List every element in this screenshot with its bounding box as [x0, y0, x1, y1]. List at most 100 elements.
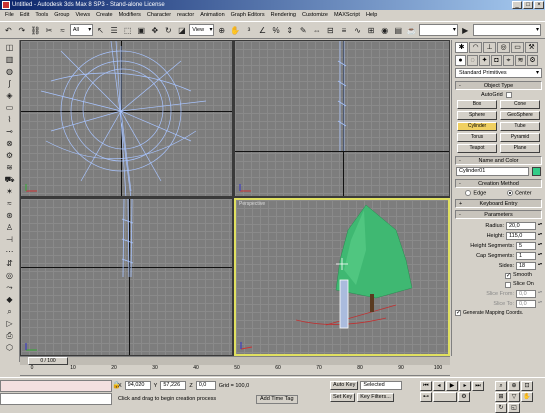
sides-spinner[interactable]: ▴▾	[538, 261, 542, 270]
autogrid-checkbox[interactable]	[505, 92, 512, 98]
height-segments-field[interactable]: 5	[516, 241, 536, 250]
menu-character[interactable]: Character	[144, 10, 174, 21]
constraint-solver-icon[interactable]: ⊛	[2, 210, 18, 221]
cloth-collection-icon[interactable]: ▥	[2, 54, 18, 65]
name-color-rollout[interactable]: - Name and Color	[455, 156, 542, 165]
percent-snap-icon[interactable]: %	[270, 24, 283, 37]
x-coordinate-field[interactable]: 94,020	[124, 381, 151, 390]
minimize-button[interactable]: _	[512, 1, 522, 9]
zoom-icon[interactable]: ⌕	[495, 381, 507, 391]
keyboard-entry-rollout[interactable]: + Keyboard Entry	[455, 199, 542, 209]
rectangular-selection-icon[interactable]: ⬚	[121, 24, 134, 37]
align-icon[interactable]: ⊟	[324, 24, 337, 37]
wind-icon[interactable]: ≋	[2, 162, 18, 173]
select-by-name-icon[interactable]: ☰	[108, 24, 121, 37]
torus-button[interactable]: Torus	[457, 133, 497, 142]
spring-icon[interactable]: ⌇	[2, 114, 18, 125]
geosphere-button[interactable]: GeoSphere	[500, 111, 540, 120]
convex-hull-icon[interactable]: ⬡	[2, 342, 18, 353]
maximize-button[interactable]: □	[523, 1, 533, 9]
layer-manager-icon[interactable]: ≡	[338, 24, 351, 37]
next-frame-icon[interactable]: ▸	[459, 381, 471, 391]
menu-customize[interactable]: Customize	[299, 10, 331, 21]
slice-from-spinner[interactable]: ▴▾	[538, 289, 542, 298]
field-of-view-icon[interactable]: ▽	[508, 392, 520, 402]
shapes-icon[interactable]: ◌	[467, 55, 478, 66]
center-radio-option[interactable]: Center	[507, 190, 532, 196]
menu-graph-editors[interactable]: Graph Editors	[228, 10, 268, 21]
maxscript-input[interactable]	[0, 393, 112, 405]
height-spinner[interactable]: ▴▾	[538, 231, 542, 240]
hinge-icon[interactable]: ⊣	[2, 234, 18, 245]
water-icon[interactable]: ≈	[2, 198, 18, 209]
plane-button[interactable]: Plane	[500, 144, 540, 153]
menu-create[interactable]: Create	[93, 10, 116, 21]
slice-on-checkbox[interactable]	[505, 281, 511, 288]
rag-doll-icon[interactable]: ♙	[2, 222, 18, 233]
cap-segments-field[interactable]: 1	[516, 251, 536, 260]
redo-icon[interactable]: ↷	[16, 24, 29, 37]
select-rotate-icon[interactable]: ↻	[162, 24, 175, 37]
sides-field[interactable]: 18	[516, 261, 536, 270]
selection-filter-dropdown[interactable]: All	[69, 24, 94, 36]
key-mode-toggle-icon[interactable]: ⊷	[420, 392, 432, 402]
play-icon[interactable]: ▶	[446, 381, 458, 391]
key-mode-dropdown[interactable]: Selected	[360, 381, 403, 390]
undo-icon[interactable]: ↶	[2, 24, 15, 37]
zoom-extents-all-icon[interactable]: ⊞	[495, 392, 507, 402]
modify-tab-icon[interactable]: ◠	[469, 42, 482, 53]
set-key-button[interactable]: Set Key	[330, 393, 356, 402]
teapot-button[interactable]: Teapot	[457, 144, 497, 153]
menu-file[interactable]: File	[2, 10, 17, 21]
hierarchy-tab-icon[interactable]: ⊥	[483, 42, 496, 53]
rigid-body-collection-icon[interactable]: ◫	[2, 42, 18, 53]
viewport-front[interactable]	[234, 40, 450, 197]
z-coordinate-field[interactable]: 0,0	[195, 381, 216, 390]
angular-dashpot-icon[interactable]: ⊗	[2, 138, 18, 149]
material-editor-icon[interactable]: ◉	[378, 24, 391, 37]
mirror-icon[interactable]: ⇔	[311, 24, 324, 37]
angle-snap-icon[interactable]: ∠	[256, 24, 269, 37]
create-animation-icon[interactable]: ⎙	[2, 330, 18, 341]
render-type-dropdown[interactable]	[419, 24, 458, 36]
sphere-button[interactable]: Sphere	[457, 111, 497, 120]
deforming-mesh-icon[interactable]: ◈	[2, 90, 18, 101]
radius-field[interactable]: 20,0	[506, 221, 536, 230]
fracture-object-icon[interactable]: ◆	[2, 294, 18, 305]
systems-icon[interactable]: ⚙	[527, 55, 538, 66]
zoom-all-icon[interactable]: ⊕	[508, 381, 520, 391]
unlink-icon[interactable]: ✂	[43, 24, 56, 37]
arc-rotate-icon[interactable]: ↻	[495, 403, 507, 413]
preview-animation-icon[interactable]: ▷	[2, 318, 18, 329]
cone-button[interactable]: Cone	[500, 100, 540, 109]
toy-car-icon[interactable]: ⛟	[2, 174, 18, 185]
window-crossing-icon[interactable]: ▣	[135, 24, 148, 37]
select-manipulate-icon[interactable]: ✋	[229, 24, 242, 37]
menu-views[interactable]: Views	[73, 10, 94, 21]
go-to-end-icon[interactable]: ⏭	[472, 381, 484, 391]
object-type-rollout[interactable]: - Object Type	[455, 81, 542, 90]
pyramid-button[interactable]: Pyramid	[500, 133, 540, 142]
box-button[interactable]: Box	[457, 100, 497, 109]
snaps-toggle-icon[interactable]: ³	[243, 24, 256, 37]
mapping-checkbox[interactable]: ✓	[455, 310, 461, 317]
select-move-icon[interactable]: ✥	[149, 24, 162, 37]
motion-tab-icon[interactable]: ◎	[497, 42, 510, 53]
bind-space-warp-icon[interactable]: ≈	[56, 24, 69, 37]
link-icon[interactable]: ⛓	[29, 24, 42, 37]
utilities-tab-icon[interactable]: ⚒	[525, 42, 538, 53]
lights-icon[interactable]: ✦	[479, 55, 490, 66]
auto-key-button[interactable]: Auto Key	[330, 381, 359, 390]
named-selection-icon[interactable]: ✎	[297, 24, 310, 37]
creation-method-rollout[interactable]: - Creation Method	[455, 179, 542, 188]
menu-modifiers[interactable]: Modifiers	[116, 10, 144, 21]
cylinder-button[interactable]: Cylinder	[457, 122, 497, 131]
point-to-path-icon[interactable]: ⤳	[2, 282, 18, 293]
menu-group[interactable]: Group	[51, 10, 72, 21]
viewport-top[interactable]	[20, 40, 233, 197]
key-filters-button[interactable]: Key Filters...	[357, 393, 394, 402]
menu-rendering[interactable]: Rendering	[268, 10, 299, 21]
center-radio[interactable]	[507, 190, 514, 196]
geometry-icon[interactable]: ●	[455, 55, 466, 66]
analyze-world-icon[interactable]: ⌕	[2, 306, 18, 317]
